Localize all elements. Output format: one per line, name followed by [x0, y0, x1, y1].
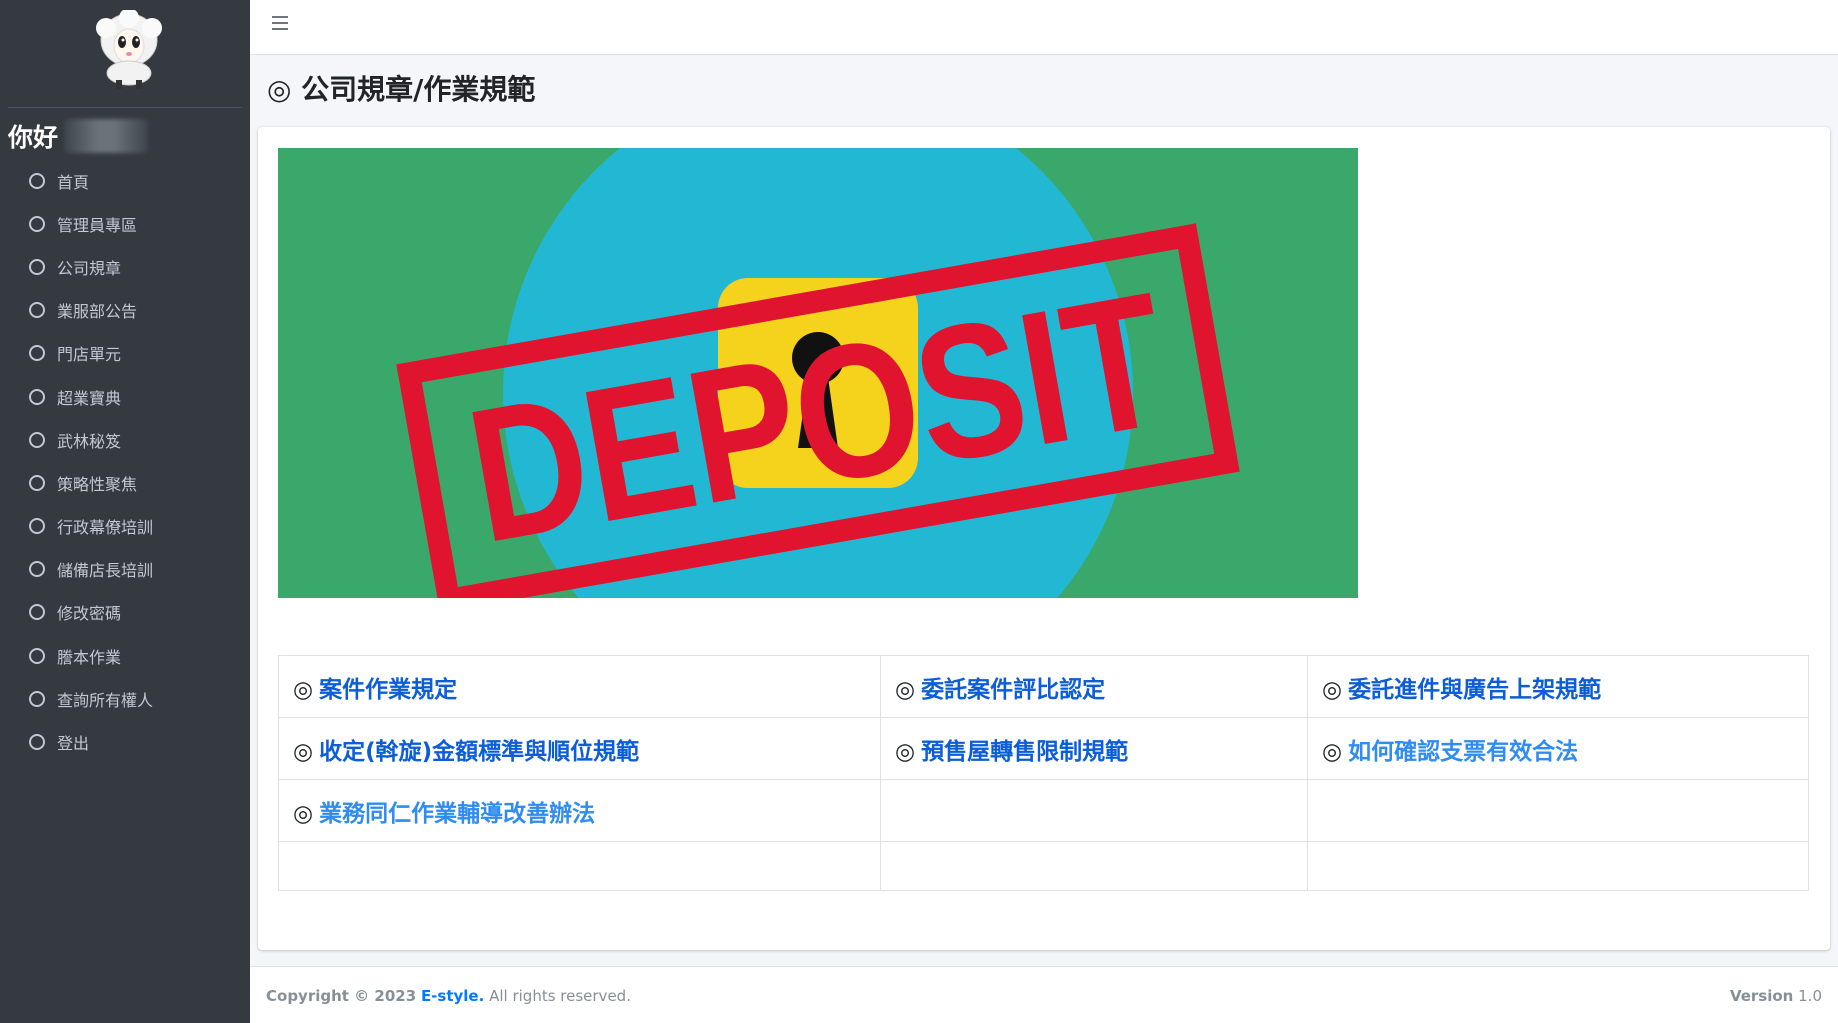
circle-icon	[29, 345, 45, 362]
sidebar: 你好 首頁 管理員專區 公司規章 業服部公告 門店單元 超業寶典 武林秘笈 策略…	[0, 0, 250, 1023]
page-title: ◎ 公司規章/作業規範	[267, 73, 536, 106]
sidebar-item-stores[interactable]: 門店單元	[0, 332, 250, 375]
copyright-text: Copyright © 2023	[266, 987, 417, 1005]
sidebar-item-label: 門店單元	[57, 345, 122, 365]
sidebar-item-manager-training[interactable]: 儲備店長培訓	[0, 548, 250, 591]
table-cell: ◎ 預售屋轉售限制規範	[880, 717, 1308, 780]
greeting-text: 你好	[8, 123, 59, 152]
sidebar-item-owner-search[interactable]: 查詢所有權人	[0, 677, 250, 720]
rules-links-table: ◎ 案件作業規定 ◎ 委託案件評比認定 ◎ 委託進件與廣告上架規範 ◎ 收定(斡旋)金額…	[278, 655, 1809, 891]
sidebar-item-label: 登出	[57, 734, 90, 754]
link-check-verification[interactable]: 如何確認支票有效合法	[1348, 739, 1578, 765]
sidebar-item-label: 行政幕僚培訓	[57, 518, 154, 538]
table-cell	[1307, 841, 1809, 891]
sidebar-item-company-rules[interactable]: 公司規章	[0, 245, 250, 288]
sidebar-item-transcripts[interactable]: 謄本作業	[0, 634, 250, 677]
sidebar-item-label: 管理員專區	[57, 215, 138, 235]
circle-mark-icon: ◎	[1322, 738, 1343, 765]
sidebar-item-announcements[interactable]: 業服部公告	[0, 289, 250, 332]
version-info: Version 1.0	[1730, 987, 1822, 1005]
circle-icon	[29, 474, 45, 491]
user-greeting: 你好	[8, 118, 149, 154]
table-cell: ◎ 委託案件評比認定	[880, 655, 1308, 718]
sidebar-nav: 首頁 管理員專區 公司規章 業服部公告 門店單元 超業寶典 武林秘笈 策略性聚焦…	[0, 159, 250, 764]
table-cell	[278, 841, 881, 891]
circle-mark-icon: ◎	[293, 676, 314, 703]
circle-mark-icon: ◎	[895, 676, 916, 703]
circle-mark-icon: ◎	[1322, 676, 1343, 703]
top-navbar	[250, 0, 1838, 55]
sidebar-item-label: 儲備店長培訓	[57, 561, 154, 581]
brand-link[interactable]: E-style.	[421, 987, 484, 1005]
brand-area	[8, 0, 242, 108]
sidebar-item-admin-training[interactable]: 行政幕僚培訓	[0, 505, 250, 548]
sheep-logo[interactable]	[94, 10, 164, 90]
rights-text: All rights reserved.	[489, 987, 631, 1005]
table-cell: ◎ 業務同仁作業輔導改善辦法	[278, 779, 881, 842]
version-number: 1.0	[1798, 987, 1822, 1005]
link-staff-coaching[interactable]: 業務同仁作業輔導改善辦法	[319, 801, 595, 827]
sidebar-item-label: 業服部公告	[57, 302, 138, 322]
table-cell	[1307, 779, 1809, 842]
table-row: ◎ 業務同仁作業輔導改善辦法	[278, 779, 1809, 842]
circle-icon	[29, 647, 45, 664]
link-presale-resale-rules[interactable]: 預售屋轉售限制規範	[921, 739, 1128, 765]
table-row: ◎ 收定(斡旋)金額標準與順位規範 ◎ 預售屋轉售限制規範 ◎ 如何確認支票有效合法	[278, 717, 1809, 780]
content-card: DEPOSIT ◎ 案件作業規定 ◎ 委託案件評比認定 ◎ 委託進件與廣告上架規範 ◎…	[258, 127, 1830, 950]
table-cell: ◎ 委託進件與廣告上架規範	[1307, 655, 1809, 718]
link-commission-evaluation[interactable]: 委託案件評比認定	[921, 677, 1105, 703]
circle-mark-icon: ◎	[895, 738, 916, 765]
table-cell	[880, 841, 1308, 891]
sidebar-item-label: 公司規章	[57, 258, 122, 278]
table-cell	[880, 779, 1308, 842]
version-label: Version	[1729, 987, 1794, 1005]
table-cell: ◎ 收定(斡旋)金額標準與順位規範	[278, 717, 881, 780]
sidebar-item-home[interactable]: 首頁	[0, 159, 250, 202]
table-row: ◎ 案件作業規定 ◎ 委託案件評比認定 ◎ 委託進件與廣告上架規範	[278, 655, 1809, 718]
circle-icon	[29, 734, 45, 751]
circle-icon	[29, 172, 45, 189]
circle-icon	[29, 431, 45, 448]
sidebar-item-admin[interactable]: 管理員專區	[0, 202, 250, 245]
circle-mark-icon: ◎	[293, 738, 314, 765]
sidebar-item-label: 修改密碼	[57, 604, 122, 624]
blurred-username	[64, 119, 149, 153]
sidebar-item-label: 策略性聚焦	[57, 474, 138, 494]
sidebar-item-strategy[interactable]: 策略性聚焦	[0, 461, 250, 504]
circle-icon	[29, 388, 45, 405]
sidebar-item-label: 謄本作業	[57, 647, 122, 667]
circle-icon	[29, 302, 45, 319]
sidebar-item-sales-guide[interactable]: 超業寶典	[0, 375, 250, 418]
circle-mark-icon: ◎	[293, 800, 314, 827]
link-case-operation-rules[interactable]: 案件作業規定	[319, 677, 457, 703]
circle-icon	[29, 258, 45, 275]
sidebar-item-label: 超業寶典	[57, 388, 122, 408]
sidebar-item-secrets[interactable]: 武林秘笈	[0, 418, 250, 461]
circle-icon	[29, 561, 45, 578]
sidebar-item-change-password[interactable]: 修改密碼	[0, 591, 250, 634]
link-listing-ad-rules[interactable]: 委託進件與廣告上架規範	[1348, 677, 1601, 703]
sidebar-item-label: 首頁	[57, 172, 90, 192]
copyright: Copyright © 2023 E-style. All rights res…	[266, 987, 631, 1005]
circle-icon	[29, 690, 45, 707]
deposit-banner-image: DEPOSIT	[278, 148, 1358, 598]
sidebar-item-label: 武林秘笈	[57, 431, 122, 451]
circle-icon	[29, 518, 45, 535]
circle-icon	[29, 215, 45, 232]
link-deposit-standards[interactable]: 收定(斡旋)金額標準與順位規範	[319, 739, 639, 765]
table-cell: ◎ 案件作業規定	[278, 655, 881, 718]
table-row	[278, 841, 1809, 891]
circle-icon	[29, 604, 45, 621]
table-cell: ◎ 如何確認支票有效合法	[1307, 717, 1809, 780]
sidebar-item-label: 查詢所有權人	[57, 690, 154, 710]
footer: Copyright © 2023 E-style. All rights res…	[250, 966, 1838, 1023]
sidebar-item-logout[interactable]: 登出	[0, 720, 250, 763]
hamburger-menu-icon[interactable]	[272, 16, 288, 32]
